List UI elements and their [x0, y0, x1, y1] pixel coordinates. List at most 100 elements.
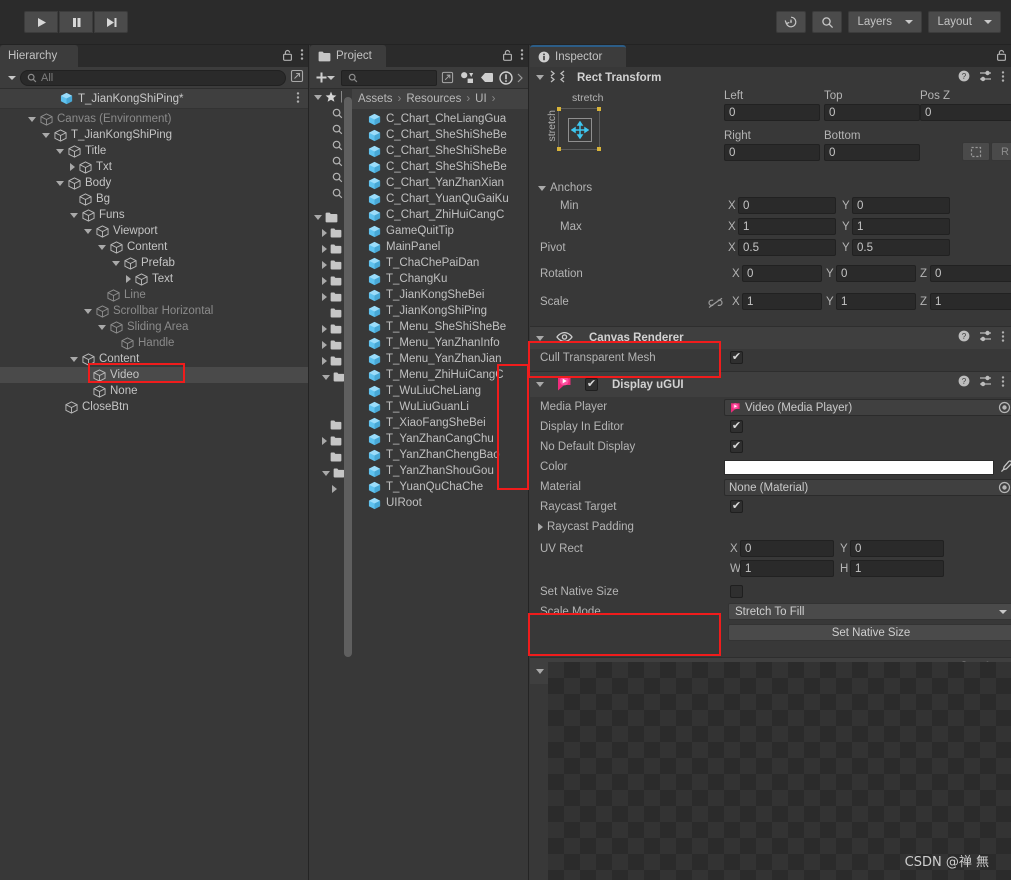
chevron-down-icon[interactable]: [84, 308, 92, 314]
search-expand-icon[interactable]: [290, 69, 304, 86]
rotation-x-input[interactable]: 0: [742, 265, 822, 282]
color-swatch-field[interactable]: [724, 460, 994, 475]
link-off-icon[interactable]: [708, 297, 723, 312]
project-asset-item[interactable]: T_WuLiuGuanLi: [352, 399, 528, 415]
component-header-canvas-renderer[interactable]: Canvas Renderer ?: [530, 327, 1011, 349]
chevron-right-icon[interactable]: [322, 245, 327, 253]
scale-y-input[interactable]: 1: [836, 293, 916, 310]
chevron-right-icon[interactable]: [322, 261, 327, 269]
hierarchy-item-sliding-area[interactable]: Sliding Area: [0, 319, 308, 335]
chevron-down-icon[interactable]: [536, 75, 544, 80]
project-asset-item[interactable]: T_JianKongShiPing: [352, 303, 528, 319]
project-asset-item[interactable]: T_Menu_ZhiHuiCangC: [352, 367, 528, 383]
project-asset-item[interactable]: T_ChaChePaiDan: [352, 255, 528, 271]
chevron-down-icon[interactable]: [56, 148, 64, 154]
project-asset-item[interactable]: C_Chart_ZhiHuiCangC: [352, 207, 528, 223]
warning-filter-icon[interactable]: [497, 69, 515, 87]
hierarchy-item-scrollbar-horizontal[interactable]: Scrollbar Horizontal: [0, 303, 308, 319]
hierarchy-item-body[interactable]: Body: [0, 175, 308, 191]
play-button[interactable]: [24, 11, 58, 33]
bottom-input[interactable]: 0: [824, 144, 920, 161]
chevron-right-icon[interactable]: [322, 437, 327, 445]
chevron-right-icon[interactable]: [332, 485, 337, 493]
chevron-down-icon[interactable]: [536, 382, 544, 387]
chevron-down-icon[interactable]: [536, 335, 544, 341]
label-filter-icon[interactable]: [478, 69, 496, 87]
breadcrumb-resources[interactable]: Resources: [406, 93, 461, 105]
layers-dropdown[interactable]: Layers: [848, 11, 923, 33]
project-asset-item[interactable]: T_Menu_YanZhanJian: [352, 351, 528, 367]
project-asset-item[interactable]: C_Chart_YuanQuGaiKu: [352, 191, 528, 207]
hierarchy-root-row[interactable]: T_JianKongShiPing*: [0, 89, 308, 109]
chevron-down-icon[interactable]: [70, 212, 78, 218]
lock-icon[interactable]: [282, 49, 293, 64]
breadcrumb-ui[interactable]: UI: [475, 93, 487, 105]
set-native-size-button[interactable]: Set Native Size: [728, 624, 1011, 641]
chevron-right-icon[interactable]: [70, 163, 75, 171]
anchor-min-x-input[interactable]: 0: [738, 197, 836, 214]
hierarchy-item-closebtn[interactable]: CloseBtn: [0, 399, 308, 415]
media-player-object-field[interactable]: Video (Media Player): [724, 399, 1011, 416]
uv-rect-x-input[interactable]: 0: [740, 540, 834, 557]
hierarchy-item-prefab[interactable]: Prefab: [0, 255, 308, 271]
left-input[interactable]: 0: [724, 104, 820, 121]
scale-x-input[interactable]: 1: [742, 293, 822, 310]
object-picker-icon[interactable]: [998, 481, 1011, 494]
help-icon[interactable]: ?: [958, 70, 970, 85]
chevron-right-icon[interactable]: [322, 293, 327, 301]
uv-rect-y-input[interactable]: 0: [850, 540, 944, 557]
chevron-down-icon[interactable]: [42, 132, 50, 138]
step-button[interactable]: [94, 11, 128, 33]
blueprint-mode-button[interactable]: [962, 142, 990, 161]
uv-rect-w-input[interactable]: 1: [740, 560, 834, 577]
chevron-down-icon[interactable]: [536, 668, 544, 674]
anchor-max-x-input[interactable]: 1: [738, 218, 836, 235]
asset-filter-icon[interactable]: [458, 69, 476, 87]
project-asset-item[interactable]: T_YanZhanChengBao: [352, 447, 528, 463]
component-header-rect-transform[interactable]: Rect Transform ?: [530, 67, 1011, 88]
project-asset-item[interactable]: GameQuitTip: [352, 223, 528, 239]
material-object-field[interactable]: None (Material): [724, 479, 1011, 496]
project-asset-item[interactable]: T_YanZhanCangChu: [352, 431, 528, 447]
chevron-right-icon[interactable]: [322, 325, 327, 333]
tab-hierarchy[interactable]: Hierarchy: [0, 45, 78, 67]
hierarchy-item-text[interactable]: Text: [0, 271, 308, 287]
display-in-editor-checkbox[interactable]: ✔: [730, 420, 743, 433]
hierarchy-item-content[interactable]: Content: [0, 351, 308, 367]
anchor-min-y-input[interactable]: 0: [852, 197, 950, 214]
eyedropper-icon[interactable]: [1000, 460, 1011, 476]
project-asset-item[interactable]: T_Menu_YanZhanInfo: [352, 335, 528, 351]
chevron-right-icon[interactable]: [322, 229, 327, 237]
project-asset-item[interactable]: T_WuLiuCheLiang: [352, 383, 528, 399]
rotation-y-input[interactable]: 0: [836, 265, 916, 282]
kebab-menu-icon[interactable]: [296, 91, 300, 107]
top-input[interactable]: 0: [824, 104, 920, 121]
chevron-right-icon[interactable]: [322, 277, 327, 285]
scale-z-input[interactable]: 1: [930, 293, 1011, 310]
raycast-padding-foldout[interactable]: Raycast Padding: [538, 521, 634, 533]
project-asset-item[interactable]: T_XiaoFangSheBei: [352, 415, 528, 431]
chevron-down-icon[interactable]: [326, 75, 335, 80]
object-picker-icon[interactable]: [998, 401, 1011, 414]
kebab-menu-icon[interactable]: [300, 48, 304, 64]
project-asset-item[interactable]: T_Menu_SheShiSheBe: [352, 319, 528, 335]
pause-button[interactable]: [59, 11, 93, 33]
undo-history-icon[interactable]: [776, 11, 807, 33]
hierarchy-item-content[interactable]: Content: [0, 239, 308, 255]
hierarchy-item-txt[interactable]: Txt: [0, 159, 308, 175]
project-asset-item[interactable]: C_Chart_SheShiSheBe: [352, 143, 528, 159]
project-asset-item[interactable]: T_YanZhanShouGou: [352, 463, 528, 479]
breadcrumb-assets[interactable]: Assets: [358, 93, 393, 105]
hierarchy-item-video[interactable]: Video: [0, 367, 308, 383]
anchor-preset-button[interactable]: [557, 107, 601, 151]
anchor-max-y-input[interactable]: 1: [852, 218, 950, 235]
project-asset-item[interactable]: C_Chart_CheLiangGua: [352, 111, 528, 127]
project-toolbar-overflow[interactable]: [517, 69, 525, 87]
project-asset-item[interactable]: T_JianKongSheBei: [352, 287, 528, 303]
hierarchy-item-canvas-environment[interactable]: Canvas (Environment): [0, 111, 308, 127]
chevron-down-icon[interactable]: [84, 228, 92, 234]
lock-icon[interactable]: [996, 49, 1007, 64]
project-asset-item[interactable]: C_Chart_YanZhanXian: [352, 175, 528, 191]
hierarchy-item-handle[interactable]: Handle: [0, 335, 308, 351]
chevron-down-icon[interactable]: [112, 260, 120, 266]
